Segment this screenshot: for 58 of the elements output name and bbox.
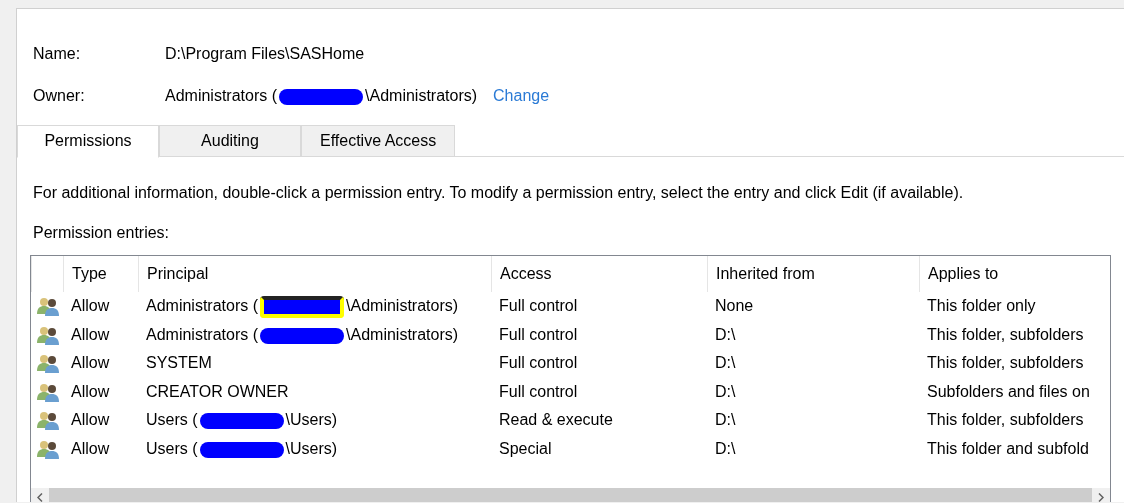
table-cell-text: Subfolders and files on	[926, 381, 1091, 402]
users-icon	[37, 438, 59, 459]
table-cell-text: Allow	[70, 381, 111, 402]
users-icon	[37, 296, 59, 317]
column-header[interactable]: Inherited from	[707, 256, 919, 292]
table-cell-text: None	[714, 296, 755, 317]
table-cell-text: This folder only	[926, 296, 1037, 317]
principal-text: \Users)	[285, 439, 338, 457]
principal-text: \Administrators)	[346, 325, 459, 343]
table-cell-text: D:\	[714, 324, 737, 345]
table-cell-text: Full control	[498, 296, 579, 317]
column-header[interactable]: Applies to	[919, 256, 1110, 292]
table-cell-text: Allow	[70, 410, 111, 431]
table-cell-text: Allow	[70, 296, 111, 317]
table-cell-text: Allow	[70, 438, 111, 459]
table-cell-text: Special	[498, 438, 553, 459]
principal-text: Administrators (	[165, 87, 278, 104]
principal-text: \Administrators)	[365, 87, 478, 104]
change-link[interactable]: Change	[493, 84, 550, 108]
table-cell-text: Allow	[70, 324, 111, 345]
users-icon	[37, 324, 59, 345]
table-cell-text: This folder and subfold	[926, 438, 1090, 459]
users-icon	[37, 381, 59, 402]
tab[interactable]: Permissions	[17, 125, 159, 158]
table-cell-text: This folder, subfolders	[926, 410, 1085, 431]
tab[interactable]: Auditing	[159, 125, 301, 157]
users-icon	[37, 353, 59, 374]
principal-text: \Users)	[285, 411, 338, 429]
table-cell-text: D:\	[714, 353, 737, 374]
principal-text: Administrators (	[146, 325, 259, 343]
principal-text: Users (	[146, 411, 198, 429]
table-cell-text: D:\	[714, 381, 737, 402]
field-value: D:\Program Files\SASHome	[165, 44, 365, 64]
table-cell-text: This folder, subfolders	[926, 353, 1085, 374]
principal-text: CREATOR OWNER	[146, 382, 289, 400]
field-label: Name:	[33, 44, 82, 64]
table-cell-text: Allow	[70, 353, 111, 374]
principal-text: SYSTEM	[146, 354, 212, 372]
table-cell-text: Full control	[498, 381, 579, 402]
column-header[interactable]: Type	[63, 256, 138, 292]
table-cell-text: Read & execute	[498, 410, 614, 431]
scroll-left-icon[interactable]	[37, 492, 43, 502]
field-label: Owner:	[33, 86, 86, 106]
principal-text: \Administrators)	[346, 297, 459, 315]
table-cell-text: This folder, subfolders	[926, 324, 1085, 345]
info-text: For additional information, double-click a permission entry. To modify a permission entry, select the entry and click Edit (if available).	[33, 183, 965, 203]
table-cell-text: D:\	[714, 410, 737, 431]
table-cell-text: Full control	[498, 353, 579, 374]
column-header[interactable]: Principal	[138, 256, 491, 292]
table-cell-text: Full control	[498, 324, 579, 345]
section-label: Permission entries:	[33, 223, 171, 243]
tab[interactable]: Effective Access	[301, 125, 456, 157]
column-header[interactable]: Access	[491, 256, 707, 292]
table-cell-text: D:\	[714, 438, 737, 459]
users-icon	[37, 410, 59, 431]
principal-text: Users (	[146, 439, 198, 457]
principal-text: Administrators (	[146, 297, 259, 315]
scroll-right-icon[interactable]	[1098, 492, 1104, 502]
